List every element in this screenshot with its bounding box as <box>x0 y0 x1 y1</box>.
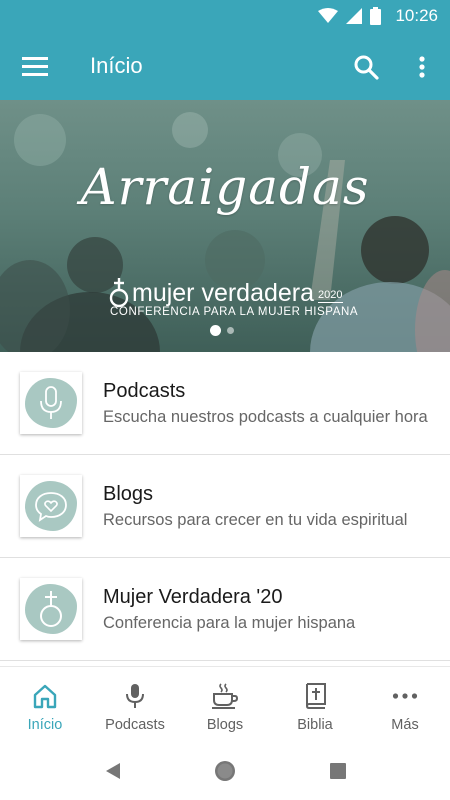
system-navigation-bar <box>0 742 450 800</box>
list-item-podcasts[interactable]: Podcasts Escucha nuestros podcasts a cua… <box>0 352 450 455</box>
cross-ring-icon <box>109 278 129 308</box>
microphone-icon <box>40 386 62 419</box>
hero-banner[interactable]: Arraigadas mujer verdadera 2020 CONFEREN… <box>0 100 450 352</box>
status-time: 10:26 <box>395 6 438 25</box>
list-item-blogs[interactable]: Blogs Recursos para crecer en tu vida es… <box>0 455 450 558</box>
list-item-subtitle: Escucha nuestros podcasts a cualquier ho… <box>103 408 428 426</box>
menu-button[interactable] <box>18 52 52 80</box>
list-item-subtitle: Conferencia para la mujer hispana <box>103 614 356 632</box>
list-item-title: Mujer Verdadera '20 <box>103 586 283 608</box>
banner-brand: mujer verdadera 2020 <box>108 278 343 308</box>
back-button[interactable] <box>102 760 124 782</box>
list-item-subtitle: Recursos para crecer en tu vida espiritu… <box>103 511 408 529</box>
list-item-thumbnail <box>20 475 82 537</box>
pager-dot-active[interactable] <box>210 325 221 336</box>
nav-tab-label: Más <box>391 717 419 733</box>
nav-tab-podcasts[interactable]: Podcasts <box>90 667 180 743</box>
heart-chat-icon <box>35 492 67 522</box>
banner-title: Arraigadas <box>80 158 370 216</box>
bottom-navigation: Início Podcasts Blogs Biblia Más <box>0 666 450 742</box>
home-circle-icon <box>215 761 235 781</box>
bible-icon <box>305 683 326 709</box>
recents-square-icon <box>330 763 346 779</box>
signal-icon <box>346 8 363 24</box>
nav-tab-label: Início <box>27 717 63 733</box>
brand-year: 2020 <box>318 289 343 303</box>
search-icon <box>354 55 379 80</box>
brand-name: mujer verdadera <box>132 279 315 307</box>
banner-tagline: CONFERENCIA PARA LA MUJER HISPANA <box>110 306 359 318</box>
back-triangle-icon <box>106 763 120 779</box>
wifi-icon <box>318 8 339 23</box>
more-horizontal-icon <box>392 693 418 699</box>
home-icon <box>33 684 57 709</box>
nav-tab-label: Biblia <box>297 717 333 733</box>
recents-button[interactable] <box>327 760 349 782</box>
cup-icon <box>212 683 239 709</box>
nav-tab-label: Podcasts <box>105 717 165 733</box>
battery-icon <box>370 7 382 25</box>
status-bar: 10:26 <box>0 0 450 32</box>
nav-tab-blogs[interactable]: Blogs <box>180 667 270 743</box>
list-item-thumbnail <box>20 372 82 434</box>
carousel-pager[interactable] <box>210 325 234 336</box>
nav-tab-label: Blogs <box>206 717 244 733</box>
search-button[interactable] <box>350 51 382 83</box>
microphone-icon <box>126 684 144 708</box>
app-bar: Início <box>0 32 450 100</box>
list-item-thumbnail <box>20 578 82 640</box>
content-list: Podcasts Escucha nuestros podcasts a cua… <box>0 352 450 661</box>
cross-ring-icon <box>40 591 62 627</box>
pager-dot[interactable] <box>227 327 234 334</box>
home-button[interactable] <box>212 758 238 784</box>
list-item-title: Podcasts <box>103 380 186 402</box>
nav-tab-biblia[interactable]: Biblia <box>270 667 360 743</box>
overflow-menu-button[interactable] <box>408 51 436 83</box>
list-item-title: Blogs <box>103 483 154 505</box>
hamburger-icon <box>22 57 48 76</box>
more-vertical-icon <box>419 56 425 78</box>
list-item-mujer-verdadera[interactable]: Mujer Verdadera '20 Conferencia para la … <box>0 558 450 661</box>
page-title: Início <box>90 53 143 78</box>
nav-tab-mas[interactable]: Más <box>360 667 450 743</box>
nav-tab-inicio[interactable]: Início <box>0 667 90 743</box>
